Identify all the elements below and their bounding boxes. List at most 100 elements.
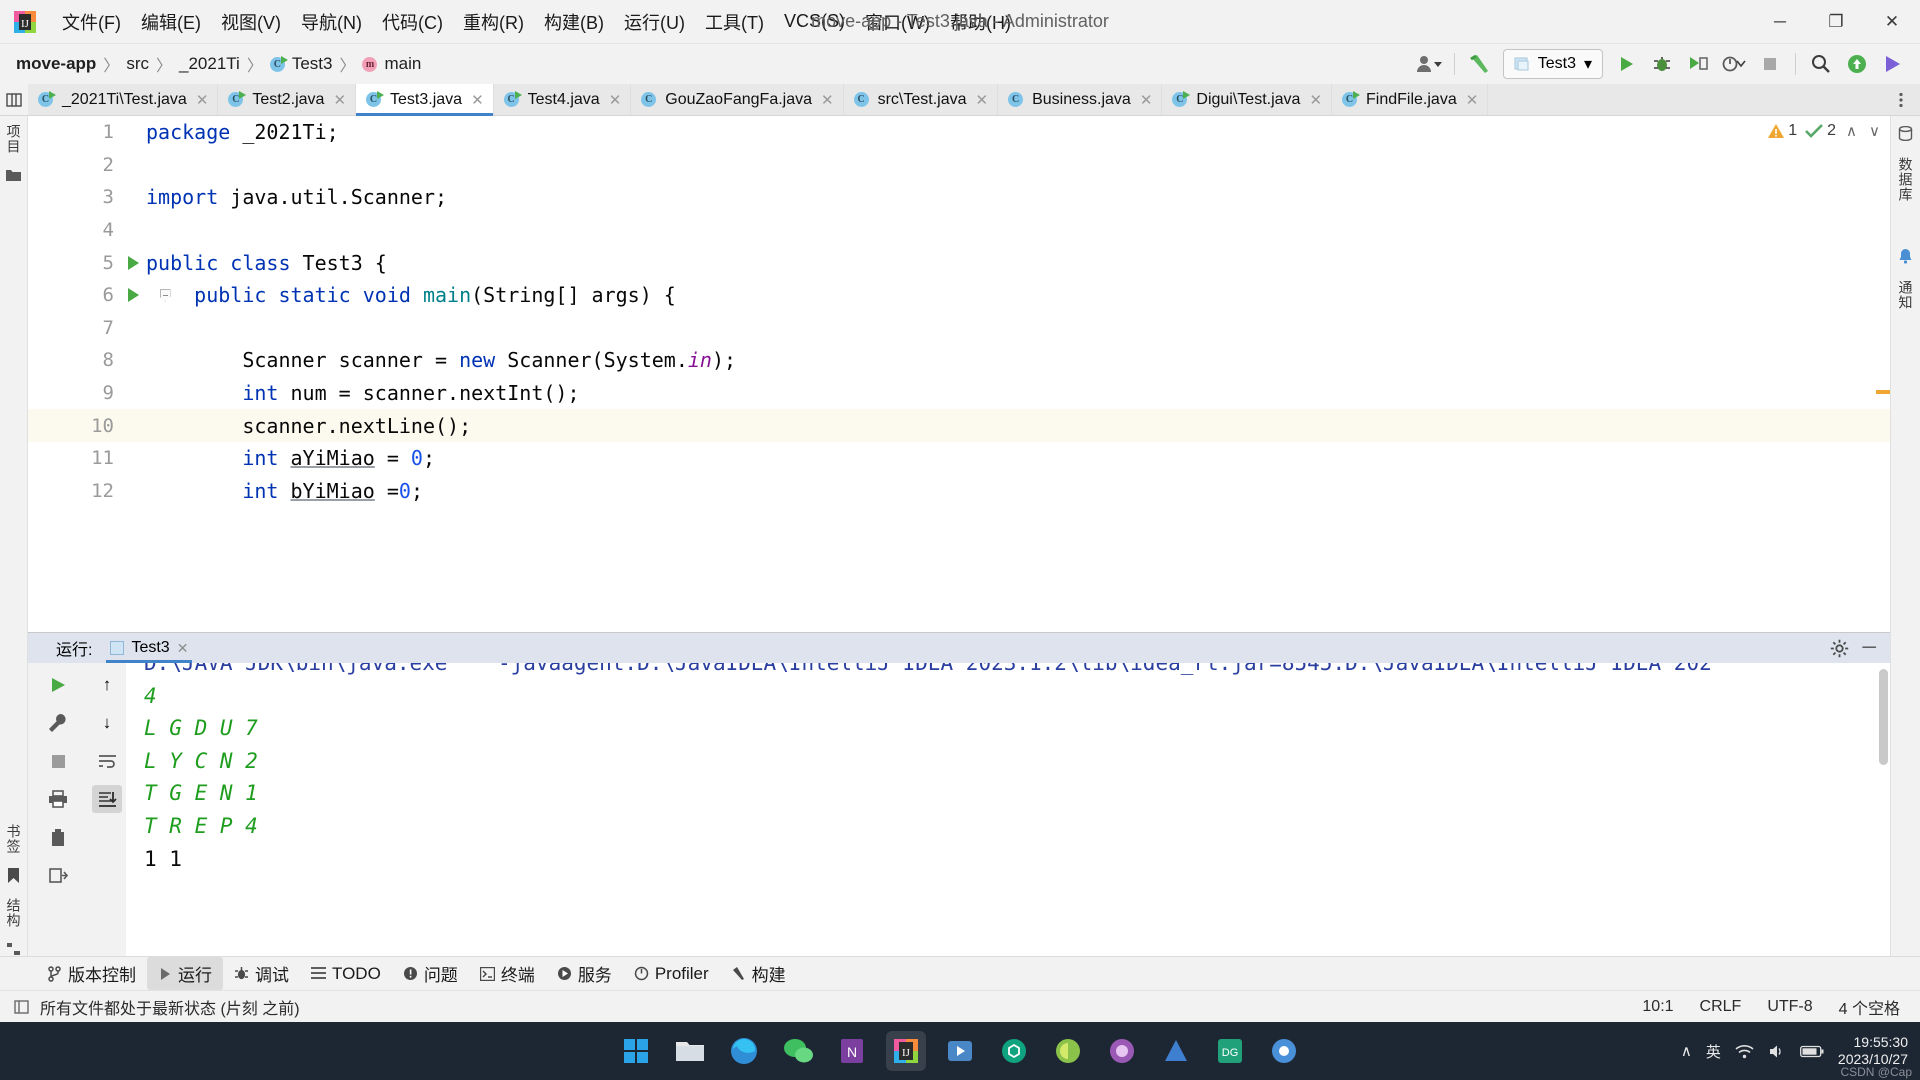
battery-icon[interactable]	[1799, 1045, 1824, 1058]
menu-vcs[interactable]: VCS(S)	[774, 7, 855, 36]
up-arrow-button[interactable]: ↑	[92, 671, 122, 699]
line-gutter[interactable]: 9	[28, 377, 120, 410]
start-button[interactable]	[616, 1031, 656, 1071]
scroll-to-end-button[interactable]	[92, 785, 122, 813]
tw-run[interactable]: 运行	[147, 957, 223, 990]
breadcrumb-item-class[interactable]: C Test3	[266, 52, 337, 76]
app-icon-11[interactable]	[1156, 1031, 1196, 1071]
code-line[interactable]: 2	[28, 149, 1890, 182]
close-icon[interactable]: ✕	[976, 91, 989, 109]
code-line[interactable]: 3 import java.util.Scanner;	[28, 181, 1890, 214]
editor-tab-src-test[interactable]: C src\Test.java ✕	[843, 84, 999, 115]
notifications-bell-icon[interactable]	[1898, 248, 1913, 264]
editor-tab-digui-test[interactable]: C Digui\Test.java ✕	[1162, 84, 1333, 115]
run-coverage-button[interactable]	[1681, 48, 1715, 80]
editor-tab-gouzaofangfa[interactable]: C GouZaoFangFa.java ✕	[631, 84, 844, 115]
bookmark-icon[interactable]	[7, 868, 20, 884]
ide-assistant-icon[interactable]	[1876, 48, 1910, 80]
console-scrollbar[interactable]	[1879, 669, 1888, 765]
edge-browser-icon[interactable]	[724, 1031, 764, 1071]
run-configuration-selector[interactable]: Test3 ▾	[1502, 49, 1603, 79]
left-strip-project-label[interactable]: 项目	[4, 124, 24, 154]
code-fold-icon[interactable]	[154, 288, 176, 302]
warning-count[interactable]: 1	[1767, 122, 1797, 140]
code-line-current[interactable]: 10 scanner.nextLine();	[28, 409, 1890, 442]
editor-tab-test2[interactable]: C Test2.java ✕	[218, 84, 357, 115]
stop-button[interactable]	[43, 747, 73, 775]
line-gutter[interactable]: 5	[28, 246, 139, 279]
profiler-button[interactable]	[1717, 48, 1751, 80]
minimize-panel-icon[interactable]: ─	[1863, 637, 1876, 659]
menu-refactor[interactable]: 重构(R)	[453, 5, 534, 39]
close-icon[interactable]: ✕	[177, 640, 189, 657]
close-icon[interactable]: ✕	[1466, 91, 1479, 109]
app-icon-10[interactable]	[1102, 1031, 1142, 1071]
indent-setting[interactable]: 4 个空格	[1839, 995, 1900, 1019]
run-class-gutter-icon[interactable]	[122, 255, 144, 270]
folder-icon[interactable]	[6, 168, 21, 181]
left-strip-structure-label[interactable]: 结构	[4, 898, 24, 928]
console-output[interactable]: D:\JAVA JDK\bin\java.exe -javaagent:D:\J…	[126, 663, 1890, 956]
tw-version-control[interactable]: 版本控制	[36, 957, 147, 990]
file-encoding[interactable]: UTF-8	[1767, 998, 1812, 1016]
menu-code[interactable]: 代码(C)	[372, 5, 453, 39]
line-gutter[interactable]: 3	[28, 181, 120, 214]
code-line[interactable]: 11 int aYiMiao = 0;	[28, 442, 1890, 475]
menu-window[interactable]: 窗口(W)	[855, 5, 940, 39]
code-line[interactable]: 8 Scanner scanner = new Scanner(System.i…	[28, 344, 1890, 377]
maximize-button[interactable]: ❐	[1808, 0, 1864, 44]
close-icon[interactable]: ✕	[471, 91, 484, 109]
build-hammer-icon[interactable]	[1463, 48, 1497, 80]
line-gutter[interactable]: 8	[28, 344, 120, 377]
gear-icon[interactable]	[1830, 639, 1849, 658]
menu-tools[interactable]: 工具(T)	[695, 5, 774, 39]
breadcrumb-item-src[interactable]: src	[122, 52, 153, 76]
tw-problems[interactable]: 问题	[392, 957, 469, 990]
app-icon-13[interactable]	[1264, 1031, 1304, 1071]
left-strip-bookmarks-label[interactable]: 书签	[4, 824, 24, 854]
print-button[interactable]	[43, 785, 73, 813]
rerun-button[interactable]	[43, 671, 73, 699]
taskbar-clock[interactable]: 19:55:30 2023/10/27	[1838, 1034, 1908, 1069]
chevron-up-icon[interactable]: ∧	[1844, 122, 1859, 140]
editor-tab-test3[interactable]: C Test3.java ✕	[356, 84, 494, 116]
right-strip-notifications-label[interactable]: 通知	[1896, 280, 1916, 310]
debug-button[interactable]	[1645, 48, 1679, 80]
settings-wrench-button[interactable]	[43, 709, 73, 737]
line-gutter[interactable]: 7	[28, 312, 120, 345]
tray-chevron-up-icon[interactable]: ∧	[1681, 1042, 1692, 1060]
code-line[interactable]: 5 public class Test3 {	[28, 246, 1890, 279]
right-strip-database-label[interactable]: 数据库	[1896, 157, 1916, 202]
menu-view[interactable]: 视图(V)	[211, 5, 291, 39]
update-project-icon[interactable]	[1840, 48, 1874, 80]
code-line[interactable]: 6 public static void main(String[] args)…	[28, 279, 1890, 312]
tw-terminal[interactable]: 终端	[469, 957, 546, 990]
code-editor[interactable]: 1 2 ∧ ∨ 1 package _2021Ti; 2 3 import ja…	[28, 116, 1890, 632]
tw-build[interactable]: 构建	[720, 957, 797, 990]
chevron-down-icon[interactable]: ∨	[1867, 122, 1882, 140]
editor-tab-2021ti-test[interactable]: C _2021Ti\Test.java ✕	[28, 84, 219, 115]
minimize-button[interactable]: ─	[1752, 0, 1808, 44]
code-line[interactable]: 9 int num = scanner.nextInt();	[28, 377, 1890, 410]
wechat-icon[interactable]	[778, 1031, 818, 1071]
line-gutter[interactable]: 4	[28, 214, 120, 247]
wifi-icon[interactable]	[1735, 1044, 1754, 1059]
close-icon[interactable]: ✕	[196, 91, 209, 109]
breadcrumb-item-package[interactable]: _2021Ti	[175, 52, 244, 76]
export-button[interactable]	[43, 861, 73, 889]
search-everywhere-icon[interactable]	[1804, 48, 1838, 80]
account-icon[interactable]	[1412, 48, 1446, 80]
code-line[interactable]: 1 package _2021Ti;	[28, 116, 1890, 149]
editor-tab-business[interactable]: C Business.java ✕	[998, 84, 1163, 115]
menu-file[interactable]: 文件(F)	[52, 5, 131, 39]
chatgpt-icon[interactable]	[994, 1031, 1034, 1071]
tw-todo[interactable]: TODO	[300, 960, 392, 988]
code-line[interactable]: 7	[28, 312, 1890, 345]
intellij-idea-icon[interactable]: IJ	[886, 1031, 926, 1071]
menu-run[interactable]: 运行(U)	[614, 5, 695, 39]
trash-button[interactable]	[43, 823, 73, 851]
breadcrumb-item-method[interactable]: m main	[358, 52, 425, 76]
file-explorer-icon[interactable]	[670, 1031, 710, 1071]
line-gutter[interactable]: 1	[28, 116, 120, 149]
app-icon-9[interactable]	[1048, 1031, 1088, 1071]
